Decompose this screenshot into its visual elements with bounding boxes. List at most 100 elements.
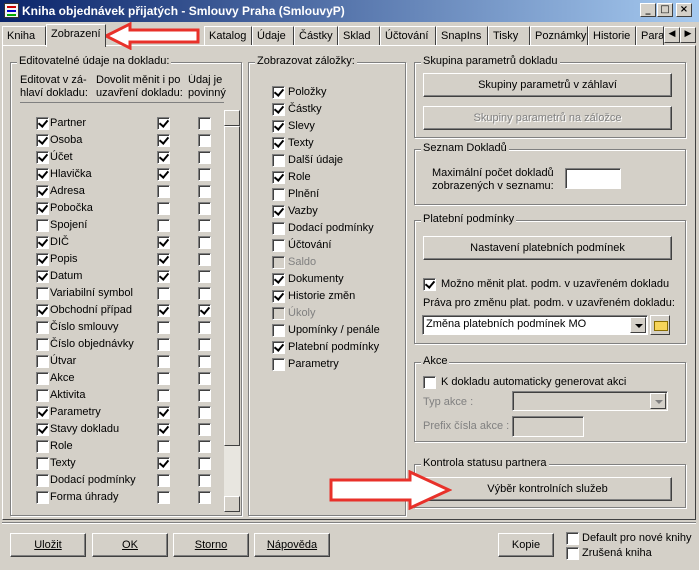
show-tab-checkbox[interactable] xyxy=(272,273,285,286)
allow-change-closed-checkbox[interactable] xyxy=(157,185,170,198)
chevron-down-icon[interactable] xyxy=(650,393,666,409)
required-field-checkbox[interactable] xyxy=(198,304,211,317)
show-tab-checkbox[interactable] xyxy=(272,154,285,167)
required-field-checkbox[interactable] xyxy=(198,270,211,283)
edit-in-header-checkbox[interactable] xyxy=(36,423,49,436)
edit-in-header-checkbox[interactable] xyxy=(36,287,49,300)
cancel-button[interactable]: Storno xyxy=(173,533,249,557)
show-tab-checkbox[interactable] xyxy=(272,341,285,354)
edit-in-header-checkbox[interactable] xyxy=(36,457,49,470)
required-field-checkbox[interactable] xyxy=(198,185,211,198)
show-tab-checkbox[interactable] xyxy=(272,256,285,269)
tab-parametry[interactable]: Para xyxy=(636,26,664,46)
copy-button[interactable]: Kopie xyxy=(498,533,554,557)
tab-kniha[interactable]: Kniha xyxy=(2,26,46,46)
allow-change-closed-checkbox[interactable] xyxy=(157,270,170,283)
action-type-select[interactable] xyxy=(512,391,668,411)
partner-check-button[interactable]: Výběr kontrolních služeb xyxy=(423,477,672,501)
allow-change-closed-checkbox[interactable] xyxy=(157,117,170,130)
tab-historie[interactable]: Historie xyxy=(588,26,636,46)
allow-change-closed-checkbox[interactable] xyxy=(157,389,170,402)
tab-sklad[interactable]: Sklad xyxy=(338,26,380,46)
param-tab-button[interactable]: Skupiny parametrů na záložce xyxy=(423,106,672,130)
show-tab-checkbox[interactable] xyxy=(272,239,285,252)
edit-in-header-checkbox[interactable] xyxy=(36,236,49,249)
edit-in-header-checkbox[interactable] xyxy=(36,253,49,266)
editable-list-scrollbar[interactable] xyxy=(224,110,240,512)
chevron-down-icon[interactable] xyxy=(630,317,646,333)
tab-zobrazeni[interactable]: Zobrazení xyxy=(46,24,106,47)
ok-button[interactable]: OK xyxy=(92,533,168,557)
close-button[interactable]: × xyxy=(676,3,692,17)
tab-katalog[interactable]: Katalog xyxy=(204,26,252,46)
show-tab-checkbox[interactable] xyxy=(272,222,285,235)
tab-scroll-left-button[interactable]: ◀ xyxy=(664,27,680,43)
required-field-checkbox[interactable] xyxy=(198,338,211,351)
required-field-checkbox[interactable] xyxy=(198,389,211,402)
required-field-checkbox[interactable] xyxy=(198,253,211,266)
edit-in-header-checkbox[interactable] xyxy=(36,321,49,334)
tab-snapins[interactable]: SnapIns xyxy=(436,26,488,46)
show-tab-checkbox[interactable] xyxy=(272,137,285,150)
edit-in-header-checkbox[interactable] xyxy=(36,168,49,181)
allow-change-closed-checkbox[interactable] xyxy=(157,321,170,334)
edit-in-header-checkbox[interactable] xyxy=(36,355,49,368)
required-field-checkbox[interactable] xyxy=(198,355,211,368)
tab-castky[interactable]: Částky xyxy=(294,26,338,46)
required-field-checkbox[interactable] xyxy=(198,202,211,215)
tab-udaje[interactable]: Údaje xyxy=(252,26,294,46)
maximize-button[interactable]: □ xyxy=(657,3,673,17)
default-new-books-checkbox[interactable] xyxy=(566,532,579,545)
allow-change-closed-checkbox[interactable] xyxy=(157,151,170,164)
edit-in-header-checkbox[interactable] xyxy=(36,117,49,130)
edit-in-header-checkbox[interactable] xyxy=(36,151,49,164)
show-tab-checkbox[interactable] xyxy=(272,171,285,184)
show-tab-checkbox[interactable] xyxy=(272,103,285,116)
allow-change-closed-checkbox[interactable] xyxy=(157,372,170,385)
required-field-checkbox[interactable] xyxy=(198,423,211,436)
allow-change-closed-checkbox[interactable] xyxy=(157,474,170,487)
edit-in-header-checkbox[interactable] xyxy=(36,474,49,487)
tab-uctovani[interactable]: Účtování xyxy=(380,26,436,46)
show-tab-checkbox[interactable] xyxy=(272,86,285,99)
edit-in-header-checkbox[interactable] xyxy=(36,134,49,147)
edit-in-header-checkbox[interactable] xyxy=(36,185,49,198)
scroll-thumb[interactable] xyxy=(224,126,240,446)
allow-change-closed-checkbox[interactable] xyxy=(157,355,170,368)
allow-change-closed-checkbox[interactable] xyxy=(157,440,170,453)
required-field-checkbox[interactable] xyxy=(198,168,211,181)
tab-tisky[interactable]: Tisky xyxy=(488,26,530,46)
required-field-checkbox[interactable] xyxy=(198,440,211,453)
allow-change-closed-checkbox[interactable] xyxy=(157,406,170,419)
required-field-checkbox[interactable] xyxy=(198,491,211,504)
edit-in-header-checkbox[interactable] xyxy=(36,338,49,351)
auto-action-checkbox[interactable] xyxy=(423,376,436,389)
required-field-checkbox[interactable] xyxy=(198,372,211,385)
required-field-checkbox[interactable] xyxy=(198,219,211,232)
scroll-down-button[interactable] xyxy=(224,496,240,512)
edit-in-header-checkbox[interactable] xyxy=(36,304,49,317)
allow-change-closed-checkbox[interactable] xyxy=(157,134,170,147)
edit-in-header-checkbox[interactable] xyxy=(36,270,49,283)
payment-settings-button[interactable]: Nastavení platebních podmínek xyxy=(423,236,672,260)
allow-change-closed-checkbox[interactable] xyxy=(157,202,170,215)
folder-icon[interactable] xyxy=(650,315,670,335)
required-field-checkbox[interactable] xyxy=(198,117,211,130)
allow-change-closed-checkbox[interactable] xyxy=(157,287,170,300)
action-prefix-input[interactable] xyxy=(512,416,584,437)
edit-in-header-checkbox[interactable] xyxy=(36,219,49,232)
required-field-checkbox[interactable] xyxy=(198,406,211,419)
save-button[interactable]: Uložit xyxy=(10,533,86,557)
required-field-checkbox[interactable] xyxy=(198,474,211,487)
allow-change-closed-checkbox[interactable] xyxy=(157,236,170,249)
required-field-checkbox[interactable] xyxy=(198,321,211,334)
required-field-checkbox[interactable] xyxy=(198,457,211,470)
param-header-button[interactable]: Skupiny parametrů v záhlaví xyxy=(423,73,672,97)
required-field-checkbox[interactable] xyxy=(198,287,211,300)
show-tab-checkbox[interactable] xyxy=(272,307,285,320)
show-tab-checkbox[interactable] xyxy=(272,358,285,371)
allow-change-closed-checkbox[interactable] xyxy=(157,338,170,351)
allow-change-closed-checkbox[interactable] xyxy=(157,491,170,504)
scroll-up-button[interactable] xyxy=(224,110,240,126)
edit-in-header-checkbox[interactable] xyxy=(36,202,49,215)
